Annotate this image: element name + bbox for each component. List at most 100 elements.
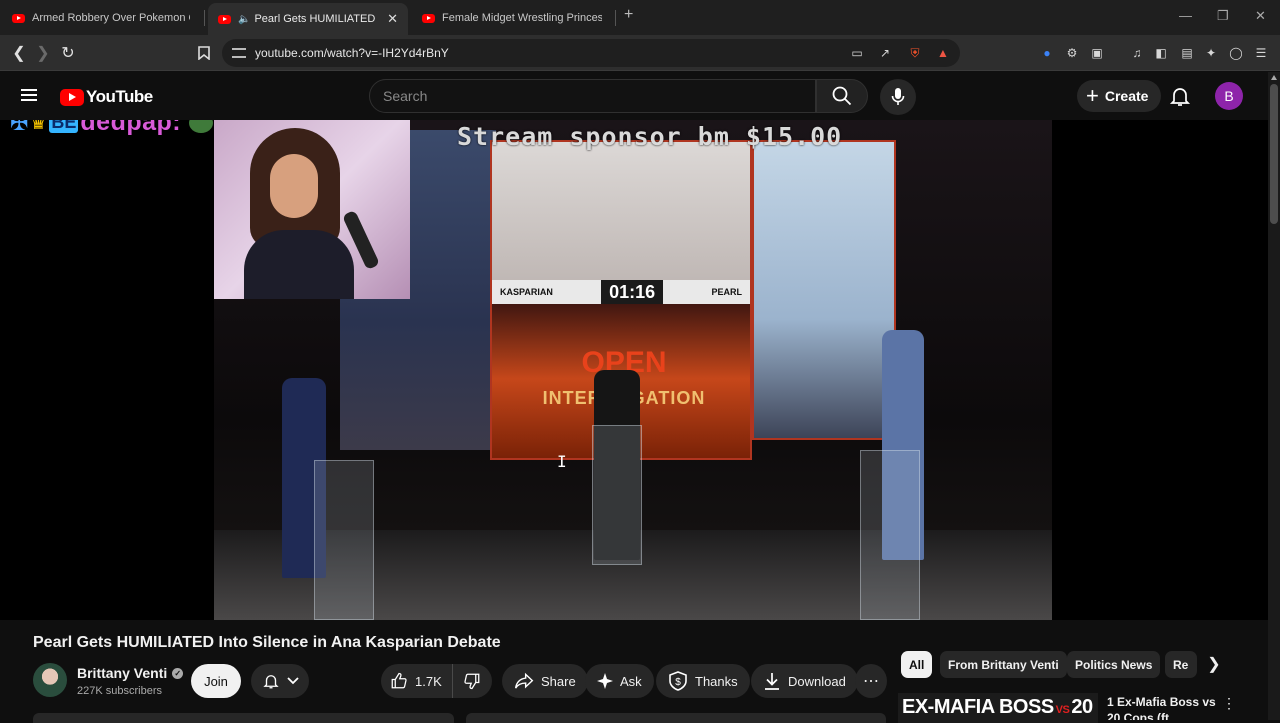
channel-name[interactable]: Brittany Venti ✓: [77, 665, 184, 681]
more-actions-icon[interactable]: ⋯: [855, 664, 887, 698]
tab-title: Armed Robbery Over Pokemon Card: [32, 12, 190, 24]
browser-tab-strip: Armed Robbery Over Pokemon Card 🔈 Pearl …: [0, 0, 1280, 35]
download-button[interactable]: Download: [751, 664, 858, 698]
webcam-face: [270, 154, 318, 218]
bell-icon: [262, 675, 279, 689]
comment-box[interactable]: [466, 713, 886, 723]
media-icon[interactable]: ♫: [1128, 44, 1146, 62]
channel-avatar[interactable]: [33, 663, 67, 697]
new-tab-icon[interactable]: +: [624, 6, 633, 24]
browser-toolbar: ❮ ❯ ↻ youtube.com/watch?v=-IH2Yd4rBnY ▭ …: [0, 35, 1280, 71]
thumbnail-left-text: EX-MAFIA BOSS: [902, 696, 1054, 718]
video-title: Pearl Gets HUMILIATED Into Silence in An…: [33, 634, 501, 651]
right-debater-name: PEARL: [711, 287, 742, 297]
chip-truncated[interactable]: Re: [1165, 651, 1197, 678]
chevron-right-icon[interactable]: ❯: [1203, 653, 1225, 675]
podium-right: [860, 450, 920, 620]
window-close-icon[interactable]: ✕: [1255, 8, 1266, 24]
more-vert-icon[interactable]: ⋮: [1222, 695, 1236, 712]
scrollbar-thumb[interactable]: [1270, 84, 1278, 224]
account-avatar[interactable]: B: [1215, 82, 1243, 110]
video-player[interactable]: KASPARIAN 01:16 PEARL OPEN INTERROGATION…: [0, 120, 1268, 620]
tab-divider: [615, 10, 616, 26]
podium-center: [592, 425, 642, 565]
bookmark-icon[interactable]: [193, 42, 215, 64]
microphone-icon: [891, 88, 905, 105]
guide-menu-icon[interactable]: [21, 89, 37, 101]
stream-sponsor-alert: Stream sponsor bm $15.00: [457, 122, 843, 151]
notifications-bell-icon[interactable]: [1168, 84, 1192, 108]
webcam-body: [244, 230, 354, 299]
extensions-puzzle-icon[interactable]: ⚙: [1063, 44, 1081, 62]
recommended-video-thumbnail[interactable]: EX-MAFIA BOSSVS20 COPS: [898, 693, 1098, 723]
browser-tab[interactable]: Armed Robbery Over Pokemon Card: [2, 4, 200, 32]
create-button[interactable]: + Create: [1077, 80, 1162, 112]
youtube-logo[interactable]: YouTube: [60, 87, 153, 107]
thanks-label: Thanks: [695, 673, 738, 689]
scroll-up-icon[interactable]: [1271, 75, 1277, 80]
youtube-header: YouTube + Create B: [0, 72, 1280, 120]
wallet-icon[interactable]: ▤: [1178, 44, 1196, 62]
brave-rewards-icon[interactable]: ▲: [934, 44, 952, 62]
thumbs-up-icon: [391, 672, 407, 689]
minimize-icon[interactable]: —: [1179, 8, 1192, 23]
frog-emote-icon: [189, 120, 214, 133]
channel-name-text[interactable]: Brittany Venti: [77, 665, 167, 681]
brave-shields-icon[interactable]: ⛨: [906, 44, 924, 62]
search-button[interactable]: [816, 79, 868, 113]
menu-icon[interactable]: ☰: [1252, 44, 1270, 62]
share-page-icon[interactable]: ↗: [876, 44, 894, 62]
sword-icon: ✠: [10, 120, 29, 135]
dislike-button[interactable]: [453, 664, 491, 698]
subscriber-count: 227K subscribers: [77, 685, 162, 697]
thanks-button[interactable]: $ Thanks: [656, 664, 750, 698]
chip-all[interactable]: All: [901, 651, 933, 678]
logo-text: YouTube: [86, 87, 153, 106]
chip-from-channel[interactable]: From Brittany Venti: [940, 651, 1067, 678]
voice-search-button[interactable]: [880, 79, 916, 115]
ask-button[interactable]: Ask: [585, 664, 654, 698]
back-icon[interactable]: ❮: [8, 42, 30, 64]
screenshot-icon[interactable]: ▣: [1088, 44, 1106, 62]
browser-tab-active[interactable]: 🔈 Pearl Gets HUMILIATED Into S ✕: [208, 3, 408, 35]
reload-icon[interactable]: ↻: [57, 42, 79, 64]
cast-icon[interactable]: ▭: [848, 44, 866, 62]
chat-badge: BE: [49, 120, 79, 133]
youtube-play-icon: [60, 88, 84, 106]
vpn-icon[interactable]: ◯: [1227, 44, 1245, 62]
browser-tab[interactable]: Female Midget Wrestling Princess Lit: [412, 4, 612, 32]
thumbnail-text: EX-MAFIA BOSSVS20 COPS: [902, 696, 1098, 719]
page-scrollbar[interactable]: [1268, 72, 1280, 720]
restore-icon[interactable]: ❐: [1217, 8, 1229, 24]
subscribed-notifications-button[interactable]: [251, 664, 309, 698]
podium-left: [314, 460, 374, 620]
url-text: youtube.com/watch?v=-IH2Yd4rBnY: [255, 46, 449, 60]
like-button[interactable]: 1.7K: [381, 664, 453, 698]
leo-ai-icon[interactable]: ✦: [1202, 44, 1220, 62]
search-icon: [832, 86, 852, 106]
site-info-icon[interactable]: [232, 48, 246, 58]
chevron-down-icon: [286, 677, 299, 685]
create-label: Create: [1104, 88, 1149, 104]
svg-text:$: $: [675, 677, 681, 688]
like-dislike-group: 1.7K: [381, 664, 492, 698]
join-button[interactable]: Join: [191, 664, 241, 698]
address-bar[interactable]: youtube.com/watch?v=-IH2Yd4rBnY ▭ ↗ ⛨ ▲: [222, 39, 960, 67]
share-button[interactable]: Share: [502, 664, 588, 698]
debate-lower-third: KASPARIAN 01:16 PEARL: [492, 280, 750, 304]
stream-username-overlay: ✠ ♛ BE dedpap:: [10, 120, 214, 137]
search-box: [369, 79, 816, 113]
sidebar-icon[interactable]: ◧: [1152, 44, 1170, 62]
close-tab-icon[interactable]: ✕: [387, 11, 398, 27]
thumbnail-vs: VS: [1055, 704, 1070, 716]
description-box[interactable]: [33, 713, 454, 723]
download-icon: [765, 673, 779, 690]
left-debater-name: KASPARIAN: [500, 287, 553, 297]
extension-icon[interactable]: ●: [1038, 44, 1056, 62]
share-label: Share: [541, 673, 576, 689]
forward-icon[interactable]: ❯: [32, 42, 54, 64]
youtube-favicon-icon: [12, 13, 25, 23]
recommended-video-title[interactable]: 1 Ex-Mafia Boss vs 20 Cops (ft. Micha...: [1107, 694, 1217, 720]
chip-politics-news[interactable]: Politics News: [1067, 651, 1161, 678]
search-input[interactable]: [370, 80, 790, 112]
